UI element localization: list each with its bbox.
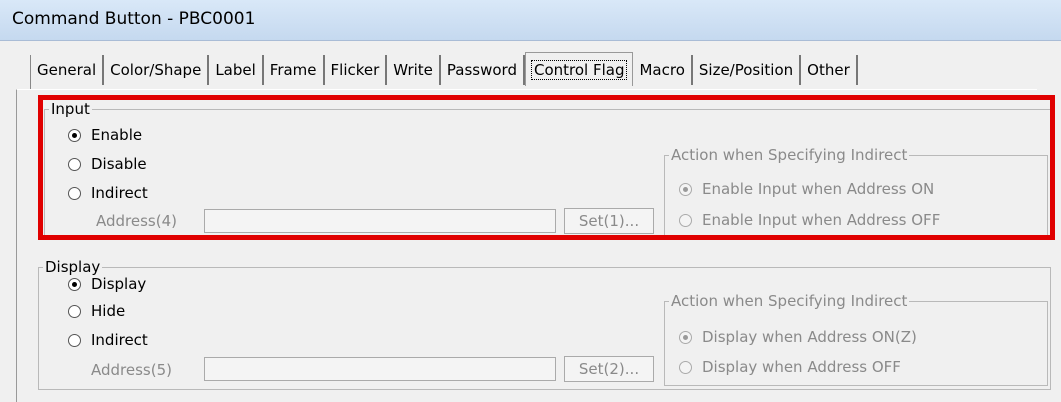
input-address-label: Address(4)	[96, 212, 177, 230]
radio-checked-icon	[68, 277, 81, 291]
tab-write[interactable]: Write	[387, 55, 441, 85]
tab-other[interactable]: Other	[801, 55, 858, 85]
tab-size-position[interactable]: Size/Position	[692, 55, 802, 85]
display-group-legend: Display	[45, 258, 101, 276]
display-display-label: Display	[91, 275, 147, 293]
input-action-on-label: Enable Input when Address ON	[702, 180, 935, 198]
tab-flicker[interactable]: Flicker	[324, 55, 388, 85]
window-titlebar: Command Button - PBC0001	[0, 0, 1061, 41]
radio-unchecked-icon	[68, 333, 81, 347]
tab-strip: General Color/Shape Label Frame Flicker …	[30, 52, 858, 89]
display-action-legend: Action when Specifying Indirect	[671, 292, 908, 310]
radio-checked-icon	[68, 128, 81, 142]
display-hide-radio[interactable]: Hide	[68, 302, 125, 320]
radio-unchecked-icon	[679, 360, 692, 374]
display-indirect-radio[interactable]: Indirect	[68, 331, 148, 349]
display-display-radio[interactable]: Display	[68, 275, 146, 293]
radio-unchecked-icon	[679, 213, 692, 227]
input-enable-radio[interactable]: Enable	[68, 126, 142, 144]
input-action-on-radio[interactable]: Enable Input when Address ON	[679, 180, 934, 198]
input-disable-label: Disable	[91, 155, 147, 173]
input-set-button[interactable]: Set(1)...	[564, 208, 654, 234]
display-indirect-label: Indirect	[91, 331, 148, 349]
input-address-field[interactable]	[204, 209, 556, 233]
tab-control-flag[interactable]: Control Flag	[524, 52, 634, 86]
radio-unchecked-icon	[68, 304, 81, 318]
radio-checked-icon	[679, 330, 692, 344]
input-disable-radio[interactable]: Disable	[68, 155, 147, 173]
display-address-field[interactable]	[204, 357, 556, 381]
display-action-on-label: Display when Address ON(Z)	[702, 328, 917, 346]
tab-password[interactable]: Password	[440, 55, 525, 85]
radio-checked-icon	[679, 182, 692, 196]
input-group-legend: Input	[51, 100, 90, 118]
tab-general[interactable]: General	[31, 55, 105, 85]
display-action-off-label: Display when Address OFF	[702, 358, 901, 376]
window-title: Command Button - PBC0001	[12, 9, 256, 29]
input-action-off-radio[interactable]: Enable Input when Address OFF	[679, 211, 940, 229]
tab-frame[interactable]: Frame	[263, 55, 325, 85]
radio-unchecked-icon	[68, 157, 81, 171]
tab-color-shape[interactable]: Color/Shape	[104, 55, 210, 85]
display-action-off-radio[interactable]: Display when Address OFF	[679, 358, 901, 376]
input-indirect-radio[interactable]: Indirect	[68, 184, 148, 202]
tab-label[interactable]: Label	[209, 55, 264, 85]
input-action-legend: Action when Specifying Indirect	[671, 146, 908, 164]
display-set-button[interactable]: Set(2)...	[564, 356, 654, 382]
input-enable-label: Enable	[91, 126, 143, 144]
input-action-off-label: Enable Input when Address OFF	[702, 211, 941, 229]
display-hide-label: Hide	[91, 302, 126, 320]
display-address-label: Address(5)	[91, 361, 172, 379]
tab-macro[interactable]: Macro	[633, 55, 693, 85]
display-action-on-radio[interactable]: Display when Address ON(Z)	[679, 328, 917, 346]
radio-unchecked-icon	[68, 186, 81, 200]
input-indirect-label: Indirect	[91, 184, 148, 202]
